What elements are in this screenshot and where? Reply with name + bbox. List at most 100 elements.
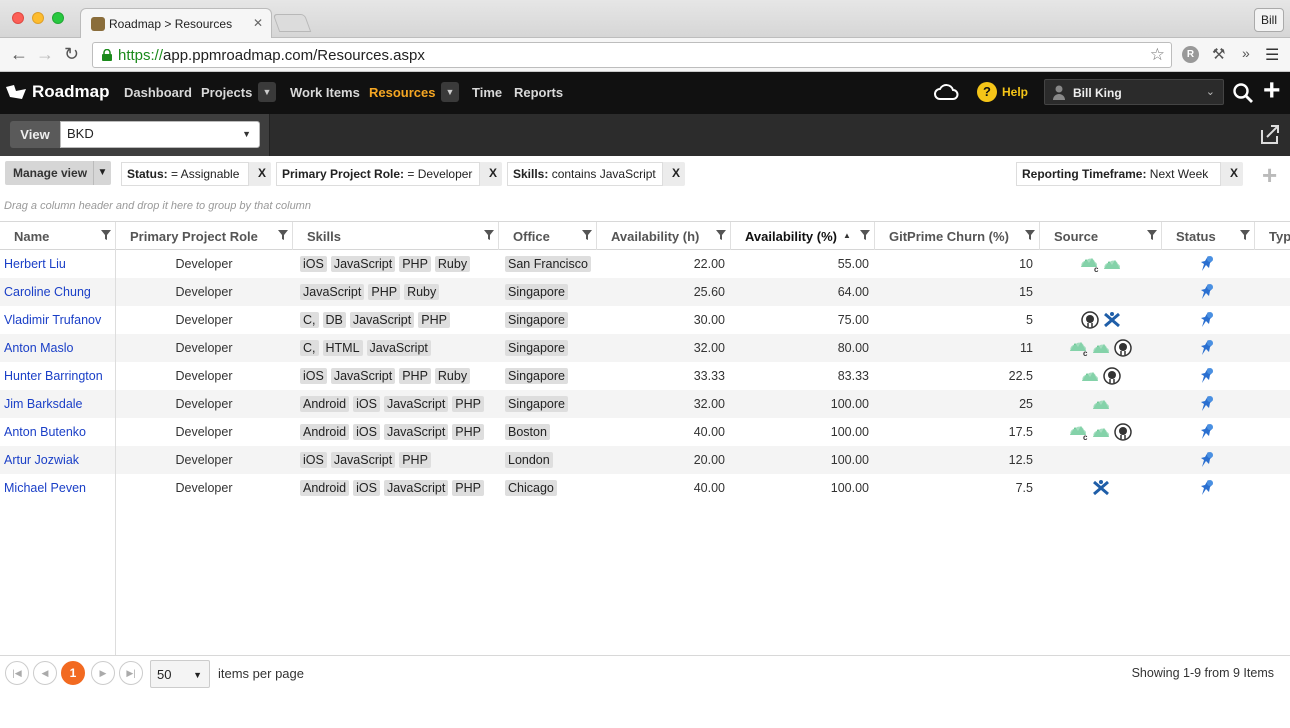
status-pin-icon[interactable] bbox=[1162, 446, 1254, 474]
extension-icon[interactable]: ⚒ bbox=[1212, 45, 1225, 63]
browser-menu-icon[interactable]: ☰ bbox=[1265, 45, 1279, 65]
column-header-status[interactable]: Status bbox=[1162, 222, 1255, 250]
resource-name-link[interactable]: Caroline Chung bbox=[4, 278, 91, 306]
extension-r-icon[interactable]: R bbox=[1182, 46, 1199, 63]
column-header-availability-pct[interactable]: Availability (%) ▲ bbox=[731, 222, 875, 250]
reload-icon[interactable]: ↻ bbox=[64, 44, 79, 64]
forward-icon[interactable]: → bbox=[36, 44, 54, 64]
help-link[interactable]: Help bbox=[1002, 85, 1028, 99]
resource-name-link[interactable]: Jim Barksdale bbox=[4, 390, 83, 418]
last-page-button[interactable]: ▶| bbox=[119, 661, 143, 685]
table-row[interactable]: Herbert Liu Developer iOS JavaScript PHP Ruby… bbox=[0, 250, 1290, 278]
nav-resources[interactable]: Resources bbox=[369, 85, 435, 100]
add-filter-button[interactable]: + bbox=[1262, 162, 1277, 188]
filter-icon[interactable] bbox=[278, 230, 288, 240]
filter-icon[interactable] bbox=[582, 230, 592, 240]
close-window-button[interactable] bbox=[12, 12, 24, 24]
profile-button[interactable]: Bill bbox=[1254, 8, 1284, 32]
filter-icon[interactable] bbox=[101, 230, 111, 240]
resource-name-link[interactable]: Vladimir Trufanov bbox=[4, 306, 101, 334]
nav-reports[interactable]: Reports bbox=[514, 85, 563, 100]
add-icon[interactable]: + bbox=[1263, 76, 1281, 106]
filter-chip-timeframe[interactable]: Reporting Timeframe: Next Week X bbox=[1016, 162, 1243, 186]
resources-dropdown-button[interactable]: ▼ bbox=[441, 82, 459, 102]
column-header-name[interactable]: Name bbox=[0, 222, 116, 250]
column-header-skills[interactable]: Skills bbox=[293, 222, 499, 250]
minimize-window-button[interactable] bbox=[32, 12, 44, 24]
status-pin-icon[interactable] bbox=[1162, 334, 1254, 362]
column-header-type[interactable]: Typ bbox=[1255, 222, 1290, 250]
address-bar[interactable]: https://app.ppmroadmap.com/Resources.asp… bbox=[92, 42, 1172, 68]
chevron-down-icon[interactable]: ▼ bbox=[93, 161, 111, 185]
nav-dashboard[interactable]: Dashboard bbox=[124, 85, 192, 100]
filter-icon[interactable] bbox=[484, 230, 494, 240]
search-icon[interactable] bbox=[1232, 82, 1254, 104]
status-pin-icon[interactable] bbox=[1162, 390, 1254, 418]
bookmark-star-icon[interactable]: ☆ bbox=[1150, 45, 1165, 65]
status-pin-icon[interactable] bbox=[1162, 362, 1254, 390]
next-page-button[interactable]: ▶ bbox=[91, 661, 115, 685]
filter-chip-skills[interactable]: Skills: contains JavaScript X bbox=[507, 162, 685, 186]
more-extensions-icon[interactable]: » bbox=[1242, 45, 1250, 61]
filter-icon[interactable] bbox=[860, 230, 870, 240]
nav-projects[interactable]: Projects bbox=[201, 85, 252, 100]
column-header-office[interactable]: Office bbox=[499, 222, 597, 250]
user-menu[interactable]: Bill King ⌄ bbox=[1044, 79, 1224, 105]
resource-name-link[interactable]: Michael Peven bbox=[4, 474, 86, 502]
cloud-sync-icon[interactable] bbox=[934, 82, 960, 102]
office-cell: San Francisco bbox=[505, 250, 595, 278]
tab-close-icon[interactable]: ✕ bbox=[253, 16, 263, 30]
nav-time[interactable]: Time bbox=[472, 85, 502, 100]
remove-filter-button[interactable]: X bbox=[258, 166, 266, 180]
column-header-source[interactable]: Source bbox=[1040, 222, 1162, 250]
skill-tag: PHP bbox=[399, 256, 431, 272]
remove-filter-button[interactable]: X bbox=[672, 166, 680, 180]
column-header-churn[interactable]: GitPrime Churn (%) bbox=[875, 222, 1040, 250]
table-row[interactable]: Anton Maslo Developer C, HTML JavaScript Sing… bbox=[0, 334, 1290, 362]
prev-page-button[interactable]: ◀ bbox=[33, 661, 57, 685]
maximize-window-button[interactable] bbox=[52, 12, 64, 24]
table-row[interactable]: Caroline Chung Developer JavaScript PHP Ruby… bbox=[0, 278, 1290, 306]
browser-tab[interactable]: Roadmap > Resources ✕ bbox=[80, 8, 272, 38]
column-header-availability-h[interactable]: Availability (h) bbox=[597, 222, 731, 250]
export-icon[interactable] bbox=[1258, 122, 1282, 146]
table-row[interactable]: Artur Jozwiak Developer iOS JavaScript PHP Lo… bbox=[0, 446, 1290, 474]
first-page-button[interactable]: |◀ bbox=[5, 661, 29, 685]
page-size-select[interactable]: 50 ▼ bbox=[150, 660, 210, 688]
status-pin-icon[interactable] bbox=[1162, 306, 1254, 334]
status-pin-icon[interactable] bbox=[1162, 250, 1254, 278]
filter-icon[interactable] bbox=[1147, 230, 1157, 240]
filter-icon[interactable] bbox=[1025, 230, 1035, 240]
remove-filter-button[interactable]: X bbox=[1230, 166, 1238, 180]
app-logo[interactable]: Roadmap bbox=[4, 82, 109, 102]
source-cell: c bbox=[1041, 418, 1161, 446]
projects-dropdown-button[interactable]: ▼ bbox=[258, 82, 276, 102]
manage-view-button[interactable]: Manage view ▼ bbox=[5, 161, 111, 185]
availability-hours-cell: 22.00 bbox=[693, 257, 725, 271]
resource-name-link[interactable]: Anton Maslo bbox=[4, 334, 73, 362]
filter-chip-role[interactable]: Primary Project Role: = Developer X bbox=[276, 162, 502, 186]
table-row[interactable]: Hunter Barrington Developer iOS JavaScript P… bbox=[0, 362, 1290, 390]
table-row[interactable]: Jim Barksdale Developer Android iOS JavaScri… bbox=[0, 390, 1290, 418]
filter-icon[interactable] bbox=[1240, 230, 1250, 240]
remove-filter-button[interactable]: X bbox=[489, 166, 497, 180]
filter-icon[interactable] bbox=[716, 230, 726, 240]
status-pin-icon[interactable] bbox=[1162, 278, 1254, 306]
table-row[interactable]: Michael Peven Developer Android iOS JavaScri… bbox=[0, 474, 1290, 502]
help-icon[interactable]: ? bbox=[977, 82, 997, 102]
resource-name-link[interactable]: Anton Butenko bbox=[4, 418, 86, 446]
filter-chip-status[interactable]: Status: = Assignable X bbox=[121, 162, 271, 186]
nav-work-items[interactable]: Work Items bbox=[290, 85, 360, 100]
current-page-button[interactable]: 1 bbox=[61, 661, 85, 685]
column-header-role[interactable]: Primary Project Role bbox=[116, 222, 293, 250]
status-pin-icon[interactable] bbox=[1162, 418, 1254, 446]
new-tab-button[interactable] bbox=[272, 14, 312, 32]
table-row[interactable]: Vladimir Trufanov Developer C, DB JavaScript… bbox=[0, 306, 1290, 334]
resource-name-link[interactable]: Herbert Liu bbox=[4, 250, 66, 278]
view-select[interactable]: BKD ▼ bbox=[60, 121, 260, 148]
back-icon[interactable]: ← bbox=[10, 44, 28, 64]
status-pin-icon[interactable] bbox=[1162, 474, 1254, 502]
resource-name-link[interactable]: Hunter Barrington bbox=[4, 362, 103, 390]
table-row[interactable]: Anton Butenko Developer Android iOS JavaScri… bbox=[0, 418, 1290, 446]
resource-name-link[interactable]: Artur Jozwiak bbox=[4, 446, 79, 474]
